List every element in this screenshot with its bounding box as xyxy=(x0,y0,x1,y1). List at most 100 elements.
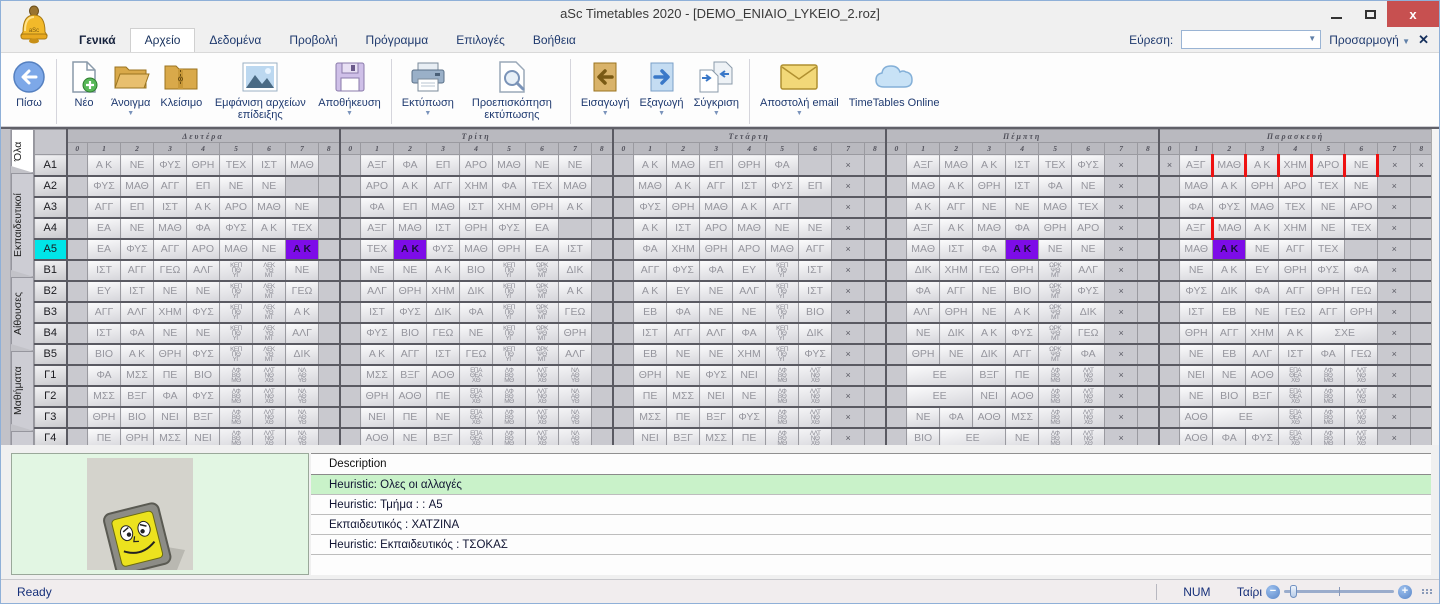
timetable-cell[interactable]: ΑΓΓ xyxy=(799,239,832,260)
chevron-down-icon[interactable]: ▼ xyxy=(127,110,134,117)
minimize-button[interactable] xyxy=(1319,1,1353,27)
chevron-down-icon[interactable]: ▼ xyxy=(424,110,431,117)
details-row[interactable]: Εκπαιδευτικός : ΧΑΤΖΙΝΑ xyxy=(311,515,1431,535)
timetable-cell[interactable]: ΚΕΠΠΘΥΓ xyxy=(766,323,799,344)
timetable-cell[interactable]: Α Κ xyxy=(121,344,154,365)
timetable-cell[interactable]: ΘΡΗ xyxy=(907,344,940,365)
timetable-cell[interactable]: ΔΙΚ xyxy=(907,260,940,281)
timetable-cell[interactable]: ΒΞΓ xyxy=(973,365,1006,386)
timetable-cell[interactable]: ΦΑ xyxy=(766,155,799,176)
timetable-cell[interactable]: ΕΒ xyxy=(634,344,667,365)
timetable-cell[interactable] xyxy=(319,281,340,302)
timetable-cell[interactable]: × xyxy=(1105,407,1138,428)
timetable-cell[interactable]: ΝΕ xyxy=(427,407,460,428)
timetable-cell[interactable]: ΑΛΓ xyxy=(1072,260,1105,281)
timetable-cell[interactable]: × xyxy=(1378,218,1411,239)
timetable-cell[interactable]: ΝΛΑΘΥΘ xyxy=(286,407,319,428)
timetable-cell[interactable]: ΑΡΟ xyxy=(733,239,766,260)
timetable-cell[interactable] xyxy=(319,155,340,176)
timetable-cell[interactable]: ΑΞΓ xyxy=(907,155,940,176)
timetable-cell[interactable]: ΤΕΧ xyxy=(1279,197,1312,218)
timetable-cell[interactable]: ΛΛΤΝΘΧΘ xyxy=(1345,365,1378,386)
timetable-cell[interactable]: ΜΑΘ xyxy=(634,176,667,197)
timetable-cell[interactable]: × xyxy=(832,260,865,281)
timetable-cell[interactable]: ΧΗΜ xyxy=(667,239,700,260)
timetable-cell[interactable] xyxy=(865,155,886,176)
timetable-cell[interactable]: ΤΕΧ xyxy=(1072,197,1105,218)
timetable-cell[interactable]: ΦΑ xyxy=(460,302,493,323)
timetable-cell[interactable] xyxy=(1411,302,1431,323)
timetable-cell[interactable] xyxy=(319,302,340,323)
timetable-cell[interactable]: ΛΦΒΘΜΘ xyxy=(1312,365,1345,386)
timetable-cell[interactable]: ΚΕΠΠΘΥΓ xyxy=(220,281,253,302)
timetable-cell[interactable]: ΝΕΙ xyxy=(361,407,394,428)
timetable-cell[interactable]: Α Κ xyxy=(1006,239,1039,260)
zoom-out-button[interactable]: − xyxy=(1266,585,1280,599)
timetable-cell[interactable]: ΦΥΣ xyxy=(799,344,832,365)
timetable-cell[interactable]: ΝΕ xyxy=(907,407,940,428)
timetable-cell[interactable]: ΜΑΘ xyxy=(121,176,154,197)
timetable-cell[interactable]: Α Κ xyxy=(940,218,973,239)
timetable-cell[interactable] xyxy=(67,239,88,260)
timetable-cell[interactable]: ΝΕ xyxy=(154,323,187,344)
timetable-cell[interactable] xyxy=(67,218,88,239)
timetable-cell[interactable]: ΙΣΤ xyxy=(460,197,493,218)
timetable-cell[interactable]: × xyxy=(1105,365,1138,386)
timetable-cell[interactable]: ΒΙΟ xyxy=(460,260,493,281)
timetable-cell[interactable]: ΓΕΩ xyxy=(460,344,493,365)
timetable-cell[interactable]: Α Κ xyxy=(907,197,940,218)
timetable-cell[interactable]: ΛΦΒΘΜΘ xyxy=(1039,407,1072,428)
timetable-cell[interactable]: ΝΕ xyxy=(1345,155,1378,176)
timetable-cell[interactable]: ΑΓΓ xyxy=(121,260,154,281)
timetable-cell[interactable] xyxy=(886,344,907,365)
timetable-cell[interactable]: ΚΕΠΠΘΥΓ xyxy=(766,344,799,365)
timetable-cell[interactable]: ΦΥΣ xyxy=(766,176,799,197)
timetable-cell[interactable]: × xyxy=(1105,386,1138,407)
timetable-cell[interactable]: ΦΥΣ xyxy=(1072,155,1105,176)
timetable-cell[interactable]: ΦΑ xyxy=(733,323,766,344)
timetable-cell[interactable] xyxy=(286,176,319,197)
timetable-cell[interactable]: ΒΙΟ xyxy=(907,428,940,446)
timetable-cell[interactable]: Α Κ xyxy=(1213,239,1246,260)
timetable-cell[interactable]: ΚΕΠΠΘΥΓ xyxy=(220,302,253,323)
timetable-cell[interactable] xyxy=(592,260,613,281)
timetable-cell[interactable]: ΛΕΚΥΘΜΤ xyxy=(253,344,286,365)
timetable-cell[interactable]: ΒΞΓ xyxy=(121,386,154,407)
timetable-cell[interactable] xyxy=(1159,344,1180,365)
timetable-cell[interactable] xyxy=(67,365,88,386)
new-button[interactable]: Νέο xyxy=(62,57,106,109)
timetable-cell[interactable]: ΛΛΤΝΘΧΘ xyxy=(253,365,286,386)
close-button[interactable]: x xyxy=(1387,1,1439,27)
timetable-cell[interactable]: ΔΙΚ xyxy=(460,281,493,302)
timetable-cell[interactable]: ΛΛΤΝΘΧΘ xyxy=(799,365,832,386)
timetable-cell[interactable]: ΝΕ xyxy=(394,428,427,446)
timetable-cell[interactable]: ΜΑΘ xyxy=(907,239,940,260)
timetable-cell[interactable]: ΑΛΓ xyxy=(121,302,154,323)
timetable-cell[interactable]: ΜΑΘ xyxy=(1180,239,1213,260)
timetable-cell[interactable]: ΚΕΠΠΘΥΓ xyxy=(220,260,253,281)
chevron-down-icon[interactable]: ▼ xyxy=(1308,34,1316,43)
timetable-cell[interactable]: ΘΡΗ xyxy=(1345,302,1378,323)
timetable-cell[interactable]: ΠΕ xyxy=(1006,365,1039,386)
timetable-cell[interactable] xyxy=(592,239,613,260)
timetable-cell[interactable]: ΑΓΓ xyxy=(154,239,187,260)
timetable-cell[interactable]: × xyxy=(1378,386,1411,407)
timetable-cell[interactable]: ΝΛΑΘΥΘ xyxy=(559,365,592,386)
timetable-cell[interactable]: ΙΣΤ xyxy=(121,281,154,302)
timetable-cell[interactable] xyxy=(886,155,907,176)
timetable-cell[interactable]: × xyxy=(1378,239,1411,260)
export-button[interactable]: Εξαγωγή▼ xyxy=(635,57,689,117)
timetable-cell[interactable]: ΕΠΑΘΕΑΧΘ xyxy=(460,428,493,446)
timetable-cell[interactable]: ΛΕΚΥΘΜΤ xyxy=(253,281,286,302)
timetable-cell[interactable]: ΦΥΣ xyxy=(1312,260,1345,281)
chevron-down-icon[interactable]: ▼ xyxy=(713,110,720,117)
timetable-cell[interactable] xyxy=(865,281,886,302)
timetable-cell[interactable]: ΕΑ xyxy=(88,239,121,260)
timetable-cell[interactable]: ΕΥ xyxy=(88,281,121,302)
timetable-cell[interactable]: ΦΥΣ xyxy=(187,302,220,323)
timetable-cell[interactable]: ΒΙΟ xyxy=(799,302,832,323)
timetable-cell[interactable]: ΘΡΗ xyxy=(493,239,526,260)
timetable-cell[interactable]: ΝΕ xyxy=(1180,260,1213,281)
timetable-cell[interactable] xyxy=(1138,344,1159,365)
timetable-cell[interactable]: ΧΗΜ xyxy=(493,197,526,218)
